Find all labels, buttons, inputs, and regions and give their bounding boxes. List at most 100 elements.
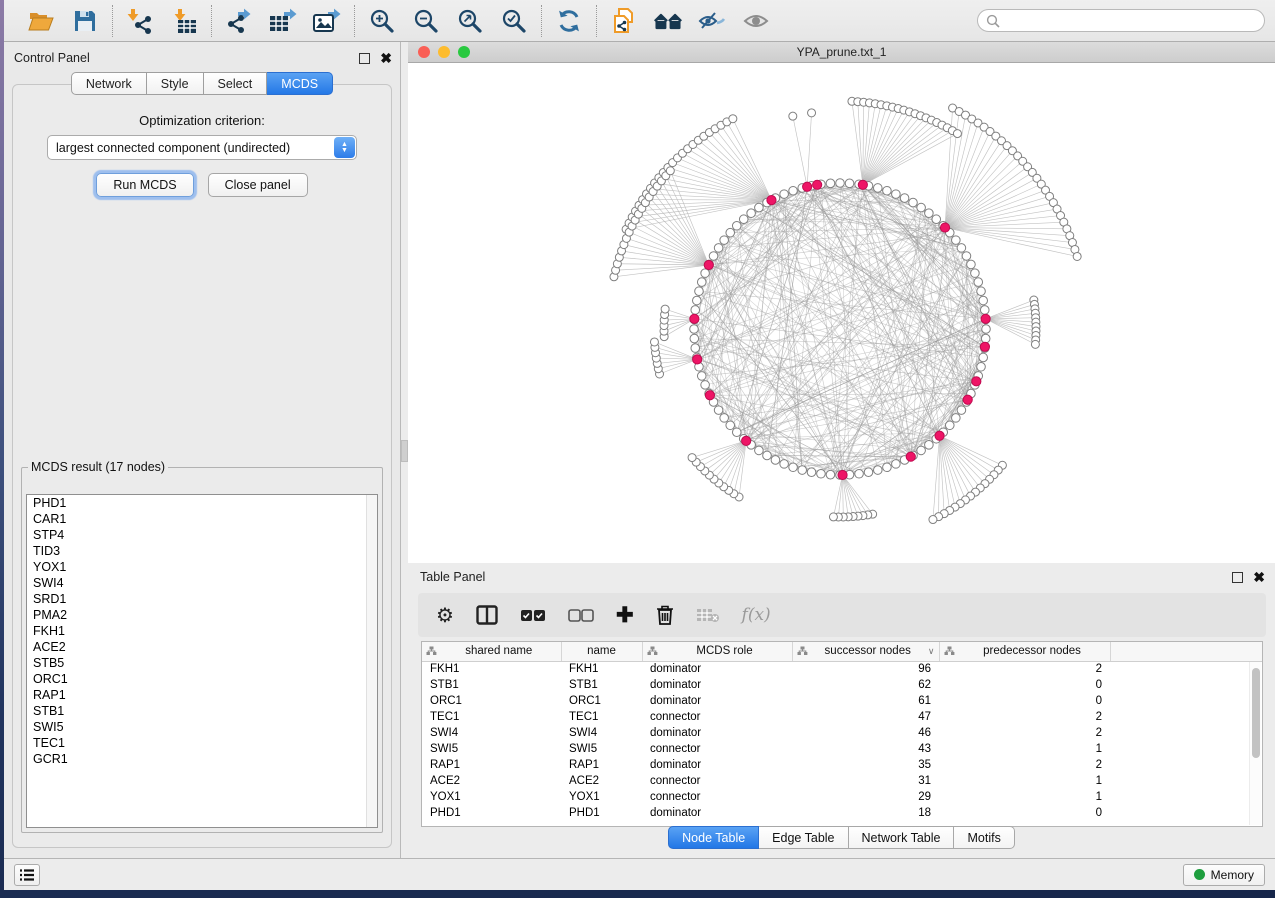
network-view-canvas[interactable] [408, 63, 1275, 563]
network-node[interactable] [864, 468, 873, 477]
add-column-icon[interactable]: ✚ [616, 602, 634, 628]
network-node[interactable] [977, 287, 986, 296]
mcds-result-item[interactable]: PHD1 [27, 495, 377, 511]
network-node[interactable] [974, 278, 983, 287]
refresh-icon[interactable] [554, 6, 584, 36]
table-scrollbar[interactable] [1249, 662, 1261, 825]
network-node[interactable] [981, 334, 990, 343]
table-row[interactable]: SWI5SWI5connector431 [422, 741, 1262, 757]
mcds-result-item[interactable]: YOX1 [27, 559, 377, 575]
close-panel-icon[interactable]: ✖ [380, 53, 392, 64]
cell-name[interactable]: SWI5 [561, 741, 642, 757]
close-panel-button[interactable]: Close panel [208, 173, 308, 197]
network-node[interactable] [780, 460, 789, 469]
network-node[interactable] [892, 460, 901, 469]
network-node[interactable] [763, 451, 772, 460]
mcds-result-item[interactable]: STB1 [27, 703, 377, 719]
network-node[interactable] [693, 296, 702, 305]
hide-selected-icon[interactable] [697, 6, 727, 36]
table-row[interactable]: ORC1ORC1dominator610 [422, 693, 1262, 709]
network-node[interactable] [932, 215, 941, 224]
network-node[interactable] [720, 414, 729, 423]
network-node[interactable] [917, 203, 926, 212]
cell-name[interactable]: FKH1 [561, 661, 642, 677]
close-table-panel-icon[interactable]: ✖ [1253, 572, 1265, 583]
import-network-icon[interactable] [125, 6, 155, 36]
mcds-result-item[interactable]: RAP1 [27, 687, 377, 703]
network-node[interactable] [979, 296, 988, 305]
network-node[interactable] [714, 406, 723, 415]
cell-name[interactable]: TEC1 [561, 709, 642, 725]
cell-predecessors[interactable]: 1 [939, 773, 1110, 789]
column-header-MCDS-role[interactable]: MCDS role [642, 642, 792, 661]
cell-successors[interactable]: 35 [792, 757, 939, 773]
network-node[interactable] [747, 209, 756, 218]
cell-shared_name[interactable]: SWI5 [422, 741, 561, 757]
mcds-result-item[interactable]: SWI4 [27, 575, 377, 591]
float-panel-icon[interactable] [359, 53, 370, 64]
network-node[interactable] [697, 278, 706, 287]
cell-predecessors[interactable]: 2 [939, 757, 1110, 773]
network-node[interactable] [826, 179, 835, 188]
cell-successors[interactable]: 18 [792, 805, 939, 821]
delete-table-icon[interactable] [696, 602, 720, 628]
network-node[interactable] [845, 179, 854, 188]
network-node[interactable] [732, 428, 741, 437]
network-node[interactable] [967, 260, 976, 269]
column-header-name[interactable]: name [561, 642, 642, 661]
mcds-result-item[interactable]: TID3 [27, 543, 377, 559]
network-node[interactable] [691, 344, 700, 353]
cell-predecessors[interactable]: 2 [939, 725, 1110, 741]
network-node[interactable] [739, 215, 748, 224]
cell-shared_name[interactable]: TEC1 [422, 709, 561, 725]
cell-role[interactable]: connector [642, 709, 792, 725]
network-leaf-node[interactable] [929, 516, 937, 524]
network-node[interactable] [883, 186, 892, 195]
network-node[interactable] [695, 287, 704, 296]
cell-successors[interactable]: 47 [792, 709, 939, 725]
tab-select[interactable]: Select [204, 72, 268, 95]
mcds-result-item[interactable]: SWI5 [27, 719, 377, 735]
cell-shared_name[interactable]: PHD1 [422, 805, 561, 821]
cell-successors[interactable]: 46 [792, 725, 939, 741]
network-node[interactable] [755, 203, 764, 212]
network-leaf-node[interactable] [650, 338, 658, 346]
panel-splitter[interactable] [400, 42, 408, 858]
cell-predecessors[interactable]: 0 [939, 677, 1110, 693]
tab-network[interactable]: Network [71, 72, 147, 95]
network-hub-node[interactable] [981, 314, 990, 323]
network-node[interactable] [726, 228, 735, 237]
cell-shared_name[interactable]: STB1 [422, 677, 561, 693]
network-hub-node[interactable] [906, 452, 915, 461]
zoom-in-icon[interactable] [367, 6, 397, 36]
network-node[interactable] [836, 179, 845, 188]
cell-role[interactable]: dominator [642, 725, 792, 741]
export-network-icon[interactable] [224, 6, 254, 36]
tab-motifs[interactable]: Motifs [954, 826, 1014, 849]
cell-predecessors[interactable]: 1 [939, 741, 1110, 757]
mcds-result-item[interactable]: TEC1 [27, 735, 377, 751]
network-node[interactable] [952, 414, 961, 423]
network-node[interactable] [720, 236, 729, 245]
network-node[interactable] [971, 269, 980, 278]
network-node[interactable] [807, 468, 816, 477]
search-input[interactable] [1005, 14, 1256, 28]
network-node[interactable] [962, 252, 971, 261]
network-hub-node[interactable] [940, 223, 949, 232]
network-hub-node[interactable] [963, 395, 972, 404]
zoom-out-icon[interactable] [411, 6, 441, 36]
network-node[interactable] [714, 244, 723, 253]
mcds-result-item[interactable]: ORC1 [27, 671, 377, 687]
cell-role[interactable]: dominator [642, 693, 792, 709]
network-node[interactable] [701, 381, 710, 390]
network-node[interactable] [826, 470, 835, 479]
cell-name[interactable]: ACE2 [561, 773, 642, 789]
mcds-result-item[interactable]: GCR1 [27, 751, 377, 767]
splitter-handle[interactable] [401, 440, 408, 462]
network-node[interactable] [789, 463, 798, 472]
network-node[interactable] [690, 334, 699, 343]
cell-role[interactable]: dominator [642, 757, 792, 773]
cell-predecessors[interactable]: 0 [939, 805, 1110, 821]
cell-predecessors[interactable]: 2 [939, 709, 1110, 725]
network-node[interactable] [855, 469, 864, 478]
